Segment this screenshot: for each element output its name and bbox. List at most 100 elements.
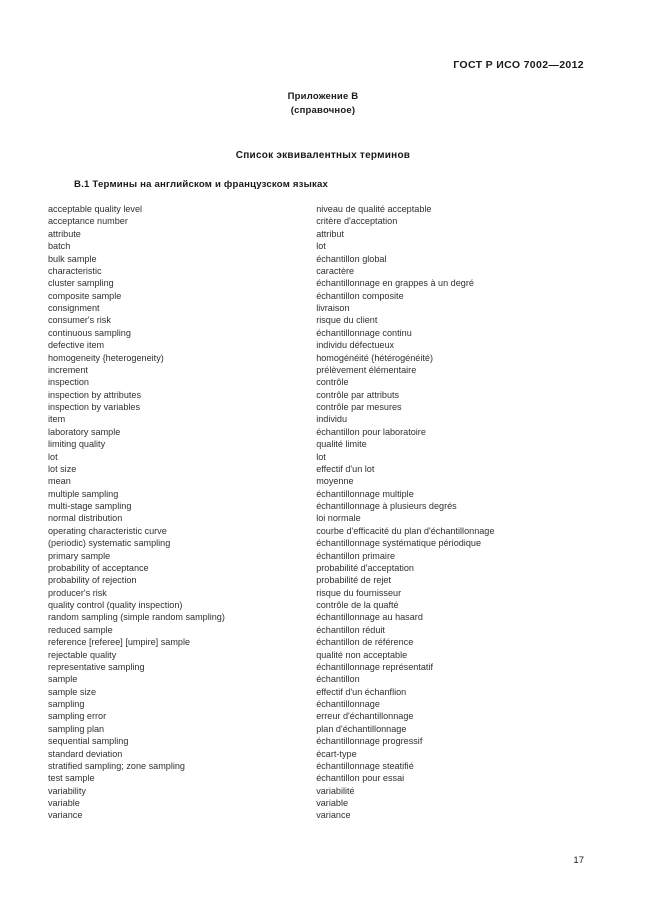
term-french: échantillonnage systématique périodique (316, 538, 481, 549)
table-row: lot size effectif d'un lot (48, 463, 600, 475)
term-french: échantillon réduit (316, 624, 385, 635)
annex-title: Приложение В (287, 91, 359, 102)
running-head: ГОСТ Р ИСО 7002—2012 (453, 59, 584, 71)
table-row: defective item individu défectueux (48, 339, 600, 351)
term-french: contrôle par attributs (316, 389, 400, 400)
term-english: sampling (48, 699, 85, 709)
table-row: stratified sampling; zone sampling échant… (48, 760, 600, 772)
table-row: cluster sampling échantillonnage en grapp… (48, 277, 600, 289)
table-row: acceptance number critère d'acceptation (48, 215, 600, 227)
term-english: composite sample (48, 290, 122, 301)
table-row: multi-stage sampling échantillonnage à pl… (48, 500, 600, 512)
term-english: consumer's risk (48, 315, 111, 326)
term-french: qualité limite (316, 439, 367, 450)
table-row: primary sample échantillon primaire (48, 550, 600, 562)
table-row: quality control (quality inspection) cont… (48, 599, 600, 611)
term-english: probability of acceptance (48, 562, 149, 573)
term-french: échantillonnage continu (316, 327, 412, 338)
term-english: inspection by variables (48, 402, 140, 412)
term-french: contrôle par mesures (316, 402, 402, 412)
term-french: variance (316, 810, 351, 821)
table-row: homogeneity {heterogeneity) homogénéité {… (48, 352, 600, 364)
term-english: increment (48, 364, 88, 375)
term-french: écart-type (316, 748, 357, 759)
table-row: inspection contrôle (48, 376, 600, 388)
term-french: échantillonnage représentatif (316, 661, 433, 672)
term-english: representative sampling (48, 661, 145, 672)
table-row: sampling plan plan d'échantillonnage (48, 723, 600, 735)
equivalent-terms-table: acceptable quality level niveau de qualit… (48, 203, 600, 822)
term-english: laboratory sample (48, 426, 121, 437)
term-french: plan d'échantillonnage (316, 723, 407, 734)
term-english: variability (48, 785, 86, 796)
term-french: échantillon pour laboratoire (316, 426, 426, 437)
term-english: variable (48, 798, 80, 808)
term-english: acceptable quality level (48, 204, 143, 214)
table-row: variable variable (48, 797, 600, 809)
term-french: échantillonnage en grappes à un degré (316, 278, 474, 289)
table-row: sample échantillon (48, 673, 600, 685)
table-row: representative sampling échantillonnage r… (48, 661, 600, 673)
term-french: erreur d'échantillonnage (316, 711, 414, 722)
term-english: operating characteristic curve (48, 525, 167, 536)
term-french: échantillonnage au hasard (316, 612, 423, 623)
term-english: quality control (quality inspection) (48, 600, 183, 610)
term-english: consignment (48, 303, 100, 313)
document-page: ГОСТ Р ИСО 7002—2012 Приложение В (справ… (0, 0, 646, 913)
table-row: normal distribution loi normale (48, 512, 600, 524)
term-french: livraison (316, 303, 350, 313)
table-row: sample size effectif d'un échanflion (48, 686, 600, 698)
term-english: defective item (48, 340, 105, 351)
term-french: moyenne (316, 476, 354, 487)
term-french: probabilité d'acceptation (316, 562, 414, 573)
table-row: reduced sample échantillon réduit (48, 624, 600, 636)
table-row: limiting quality qualité limite (48, 438, 600, 450)
term-english: reference [referee] [umpire] sample (48, 637, 191, 648)
term-french: échantillonnage à plusieurs degrés (316, 501, 457, 511)
term-english: sampling error (48, 711, 107, 722)
term-english: multiple sampling (48, 488, 119, 499)
clause-heading: В.1 Термины на английском и французском … (74, 179, 329, 190)
table-row: multiple sampling échantillonnage multipl… (48, 488, 600, 500)
table-row: characteristic caractère (48, 265, 600, 277)
term-english: multi-stage sampling (48, 501, 132, 511)
term-french: variabilité (316, 785, 355, 796)
term-english: sampling plan (48, 723, 105, 734)
table-row: producer's risk risque du fournisseur (48, 587, 600, 599)
term-english: item (48, 414, 66, 425)
section-title: Список эквивалентных терминов (235, 150, 411, 161)
term-english: producer's risk (48, 587, 107, 598)
page-number: 17 (573, 855, 584, 866)
table-row: reference [referee] [umpire] sample échan… (48, 636, 600, 648)
term-english: mean (48, 476, 71, 487)
term-french: échantillon de référence (316, 637, 414, 648)
term-french: critère d'acceptation (316, 216, 398, 227)
table-row: operating characteristic curve courbe d'e… (48, 525, 600, 537)
term-french: variable (316, 798, 349, 808)
table-row: variance variance (48, 809, 600, 821)
term-english: homogeneity {heterogeneity) (48, 352, 164, 363)
term-english: probability of rejection (48, 575, 137, 586)
term-english: variance (48, 810, 83, 821)
table-row: random sampling (simple random sampling)… (48, 611, 600, 623)
term-french: lot (316, 451, 326, 462)
term-french: échantillonnage progressif (316, 736, 423, 747)
term-english: lot size (48, 463, 77, 474)
table-row: continuous sampling échantillonnage conti… (48, 327, 600, 339)
table-row: standard deviation écart-type (48, 748, 600, 760)
term-french: attribut (316, 228, 344, 239)
term-english: cluster sampling (48, 278, 114, 289)
table-row: inspection by variables contrôle par mesu… (48, 401, 600, 413)
term-french: échantillon (316, 674, 360, 685)
table-row: rejectable quality qualité non acceptable (48, 649, 600, 661)
term-english: attribute (48, 228, 81, 239)
term-french: homogénéité {hétérogénéité) (316, 352, 433, 363)
table-row: composite sample échantillon composite (48, 290, 600, 302)
term-french: contrôle (316, 377, 349, 388)
term-english: test sample (48, 773, 95, 784)
table-row: increment prélèvement élémentaire (48, 364, 600, 376)
table-row: lot lot (48, 451, 600, 463)
term-english: bulk sample (48, 253, 97, 264)
table-row: probability of acceptance probabilité d'a… (48, 562, 600, 574)
term-french: niveau de qualité acceptable (316, 204, 432, 214)
